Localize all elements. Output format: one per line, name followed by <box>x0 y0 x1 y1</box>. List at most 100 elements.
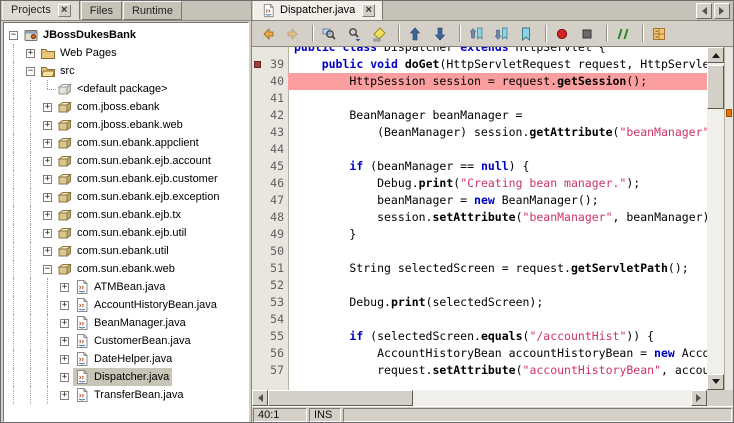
toggle-bookmark-button[interactable] <box>516 23 540 45</box>
tree-toggle-handle[interactable]: − <box>5 26 22 44</box>
tree-toggle-handle[interactable]: + <box>22 44 39 62</box>
tree-node-web-pages[interactable]: + Web Pages <box>5 44 248 62</box>
horizontal-scrollbar-thumb[interactable] <box>268 390 413 406</box>
expand-icon[interactable]: + <box>43 120 52 130</box>
scroll-tabs-left-button[interactable] <box>696 3 712 19</box>
vertical-scrollbar-thumb[interactable] <box>707 65 724 109</box>
tree-node-com-sun-ebank-ejb-tx[interactable]: + com.sun.ebank.ejb.tx <box>5 206 248 224</box>
code-line-55[interactable]: 55 if (selectedScreen.equals("/accountHi… <box>252 328 707 345</box>
find-selection-button[interactable] <box>319 23 343 45</box>
tree-node-com-sun-ebank-ejb-exception[interactable]: + com.sun.ebank.ejb.exception <box>5 188 248 206</box>
tree-node-com-sun-ebank-ejb-util[interactable]: + com.sun.ebank.ejb.util <box>5 224 248 242</box>
tree-toggle-handle[interactable]: + <box>56 386 73 404</box>
expand-icon[interactable]: + <box>60 372 69 382</box>
tree-node-customerbean-java[interactable]: + CustomerBean.java <box>5 332 248 350</box>
tree-node-src[interactable]: − src <box>5 62 248 80</box>
code-line-48[interactable]: 48 session.setAttribute("beanManager", b… <box>252 209 707 226</box>
tree-toggle-handle[interactable]: + <box>56 350 73 368</box>
comment-lines-button[interactable] <box>613 23 637 45</box>
tree-toggle-handle[interactable]: + <box>39 152 56 170</box>
forward-button[interactable] <box>283 23 307 45</box>
tree-toggle-handle[interactable]: + <box>39 170 56 188</box>
code-line-52[interactable]: 52 <box>252 277 707 294</box>
tree-toggle-handle[interactable]: + <box>39 116 56 134</box>
scroll-up-button[interactable] <box>707 47 724 63</box>
expand-icon[interactable]: + <box>43 174 52 184</box>
previous-bookmark-button[interactable] <box>466 23 490 45</box>
previous-occurrence-button[interactable] <box>405 23 429 45</box>
tree-node-accounthistorybean-java[interactable]: + AccountHistoryBean.java <box>5 296 248 314</box>
code-line-42[interactable]: 42 BeanManager beanManager = <box>252 107 707 124</box>
tree-toggle-handle[interactable]: + <box>39 206 56 224</box>
tree-toggle-handle[interactable]: + <box>56 332 73 350</box>
annotation-glyph-icon[interactable] <box>254 61 261 68</box>
code-line-44[interactable]: 44 <box>252 141 707 158</box>
expand-icon[interactable]: + <box>43 246 52 256</box>
tree-node-com-sun-ebank-web[interactable]: − com.sun.ebank.web <box>5 260 248 278</box>
tree-toggle-handle[interactable]: + <box>39 98 56 116</box>
code-line-50[interactable]: 50 <box>252 243 707 260</box>
tree-node-beanmanager-java[interactable]: + BeanManager.java <box>5 314 248 332</box>
code-line-47[interactable]: 47 beanManager = new BeanManager(); <box>252 192 707 209</box>
tree-node-default-package[interactable]: <default package> <box>5 80 248 98</box>
collapse-icon[interactable]: − <box>26 66 35 76</box>
tab-files[interactable]: Files <box>80 1 122 20</box>
tree-toggle-handle[interactable]: + <box>56 278 73 296</box>
tree-node-com-sun-ebank-appclient[interactable]: + com.sun.ebank.appclient <box>5 134 248 152</box>
error-stripe-mark[interactable] <box>726 109 732 117</box>
tree-toggle-handle[interactable]: + <box>56 368 73 386</box>
collapse-icon[interactable]: − <box>9 30 18 40</box>
back-button[interactable] <box>258 23 282 45</box>
tab-dispatcher-java[interactable]: Dispatcher.java × <box>253 1 384 20</box>
next-occurrence-button[interactable] <box>430 23 454 45</box>
code-line-43[interactable]: 43 (BeanManager) session.getAttribute("b… <box>252 124 707 141</box>
tree-node-com-jboss-ebank[interactable]: + com.jboss.ebank <box>5 98 248 116</box>
tree-node-transferbean-java[interactable]: + TransferBean.java <box>5 386 248 404</box>
tree-toggle-handle[interactable]: + <box>39 134 56 152</box>
tree-toggle-handle[interactable]: + <box>39 188 56 206</box>
tree-node-atmbean-java[interactable]: + ATMBean.java <box>5 278 248 296</box>
stop-macro-recording-button[interactable] <box>577 23 601 45</box>
expand-icon[interactable]: + <box>43 228 52 238</box>
tab-runtime[interactable]: Runtime <box>122 1 182 20</box>
code-editor[interactable]: public class Dispatcher extends HttpServ… <box>252 47 707 390</box>
expand-icon[interactable]: + <box>43 192 52 202</box>
expand-icon[interactable]: + <box>43 138 52 148</box>
expand-icon[interactable]: + <box>43 210 52 220</box>
tree-node-com-jboss-ebank-web[interactable]: + com.jboss.ebank.web <box>5 116 248 134</box>
tree-toggle-handle[interactable]: + <box>39 242 56 260</box>
expand-icon[interactable]: + <box>60 318 69 328</box>
tree-toggle-handle[interactable]: + <box>56 296 73 314</box>
scroll-left-button[interactable] <box>252 390 268 406</box>
code-line-56[interactable]: 56 AccountHistoryBean accountHistoryBean… <box>252 345 707 362</box>
scroll-down-button[interactable] <box>707 374 724 390</box>
expand-icon[interactable]: + <box>43 156 52 166</box>
expand-icon[interactable]: + <box>60 300 69 310</box>
tree-node-jbossdukesbank[interactable]: − JBossDukesBank <box>5 26 248 44</box>
start-macro-recording-button[interactable] <box>552 23 576 45</box>
tree-toggle-handle[interactable]: + <box>39 224 56 242</box>
code-line-51[interactable]: 51 String selectedScreen = request.getSe… <box>252 260 707 277</box>
tree-node-com-sun-ebank-util[interactable]: + com.sun.ebank.util <box>5 242 248 260</box>
tree-toggle-handle[interactable]: − <box>22 62 39 80</box>
toggle-highlight-search-button[interactable] <box>369 23 393 45</box>
tree-toggle-handle[interactable]: − <box>39 260 56 278</box>
code-line-46[interactable]: 46 Debug.print("Creating bean manager.")… <box>252 175 707 192</box>
code-line-54[interactable]: 54 <box>252 311 707 328</box>
close-icon[interactable]: × <box>362 3 376 17</box>
vertical-scrollbar-track[interactable] <box>707 63 724 374</box>
expand-icon[interactable]: + <box>60 390 69 400</box>
expand-icon[interactable]: + <box>60 336 69 346</box>
scroll-tabs-right-button[interactable] <box>714 3 730 19</box>
expand-icon[interactable]: + <box>60 282 69 292</box>
tree-node-com-sun-ebank-ejb-customer[interactable]: + com.sun.ebank.ejb.customer <box>5 170 248 188</box>
scroll-right-button[interactable] <box>691 390 707 406</box>
horizontal-scrollbar-track[interactable] <box>268 390 691 406</box>
tree-toggle-handle[interactable]: + <box>56 314 73 332</box>
find-next-button[interactable] <box>344 23 368 45</box>
expand-icon[interactable]: + <box>60 354 69 364</box>
collapse-icon[interactable]: − <box>43 264 52 274</box>
tree-node-com-sun-ebank-ejb-account[interactable]: + com.sun.ebank.ejb.account <box>5 152 248 170</box>
code-folding-menu-button[interactable] <box>649 23 673 45</box>
tree-node-datehelper-java[interactable]: + DateHelper.java <box>5 350 248 368</box>
